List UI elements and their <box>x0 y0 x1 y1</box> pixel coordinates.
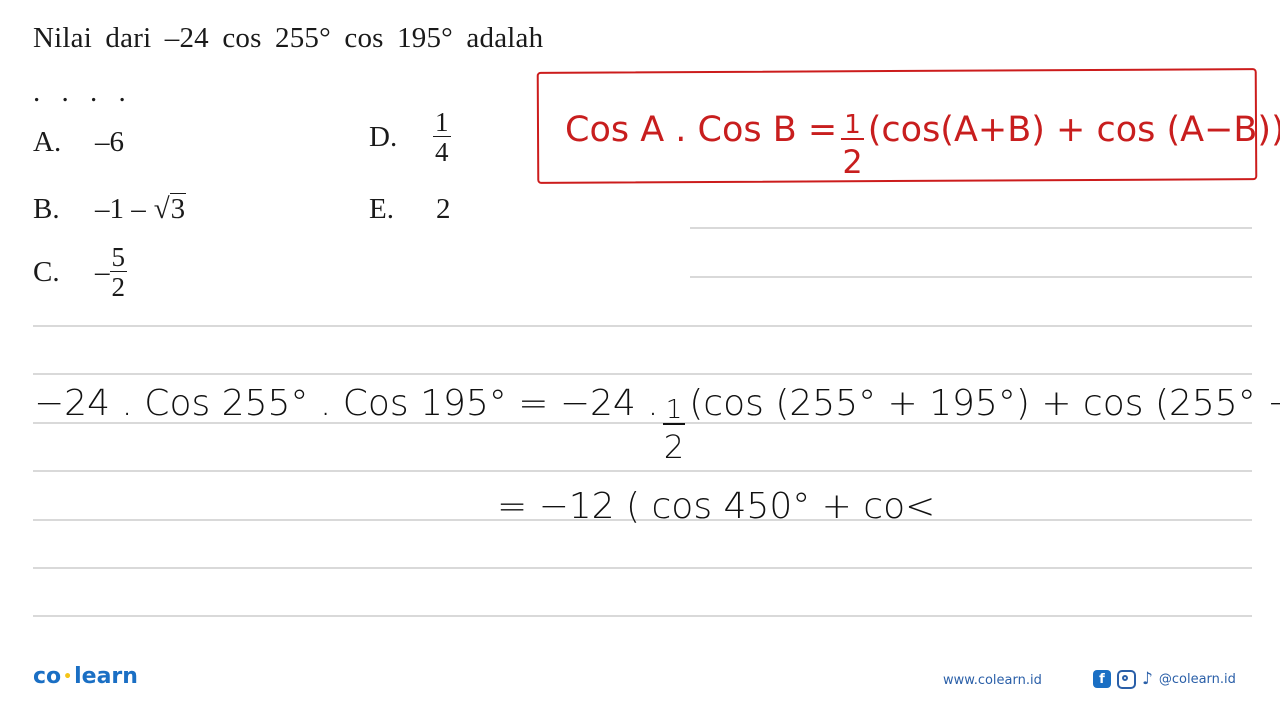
option-label: B. <box>33 193 60 225</box>
radical-sign-icon: √ <box>153 193 170 225</box>
question-text: Nilai dari –24 cos 255° cos 195° adalah <box>33 22 544 54</box>
logo-dot-icon: • <box>63 669 73 685</box>
denominator: 4 <box>435 137 449 167</box>
numerator: 1 <box>662 397 686 425</box>
work-line-1-lhs: −24 . Cos 255° . Cos 195° = −24 . <box>34 383 659 424</box>
ruled-line <box>33 567 1252 569</box>
half-fraction: 1 2 <box>662 397 686 466</box>
numerator: 1 <box>433 107 451 137</box>
logo-text-learn: learn <box>74 664 138 689</box>
logo-text-co: co <box>33 664 62 689</box>
instagram-icon[interactable] <box>1117 669 1136 689</box>
option-e[interactable]: E. 2 <box>369 193 451 226</box>
option-label: D. <box>369 121 398 153</box>
option-c[interactable]: C. – 5 2 <box>33 244 127 301</box>
option-label: E. <box>369 193 394 225</box>
ruled-line <box>690 276 1252 278</box>
option-value-prefix: –1 – <box>95 193 146 225</box>
fraction: 1 4 <box>433 109 451 166</box>
numerator: 5 <box>109 242 127 272</box>
social-handle[interactable]: @colearn.id <box>1159 672 1236 687</box>
ruled-line <box>33 615 1252 617</box>
work-line-2: = −12 ( cos 450° + co< <box>497 486 936 527</box>
work-line-1: −24 . Cos 255° . Cos 195° = −24 . 1 2 (c… <box>34 383 1280 463</box>
option-a[interactable]: A. –6 <box>33 126 124 159</box>
numerator: 1 <box>841 112 864 140</box>
option-b[interactable]: B. –1 – √ 3 <box>33 193 187 226</box>
option-label: C. <box>33 256 60 288</box>
tiktok-icon[interactable]: ♪ <box>1142 669 1153 689</box>
formula-rhs: (cos(A+B) + cos (A−B)) <box>867 110 1280 150</box>
ruled-line <box>33 373 1252 375</box>
option-value: –6 <box>95 126 124 158</box>
facebook-icon[interactable]: f <box>1093 670 1111 688</box>
half-fraction: 1 2 <box>841 112 864 178</box>
ruled-line <box>33 470 1252 472</box>
option-value: 2 <box>436 193 451 225</box>
formula-lhs: Cos A . Cos B = <box>565 110 838 150</box>
ruled-line <box>33 325 1252 327</box>
website-link[interactable]: www.colearn.id <box>943 673 1042 688</box>
fraction: 5 2 <box>109 242 127 302</box>
product-to-sum-formula: Cos A . Cos B = 1 2 (cos(A+B) + cos (A−B… <box>565 82 1280 178</box>
option-label: A. <box>33 126 62 158</box>
social-links: f ♪ @colearn.id <box>1093 669 1236 689</box>
square-root: √ 3 <box>153 193 187 226</box>
denominator: 2 <box>842 143 863 181</box>
option-d[interactable]: D. 1 4 <box>369 109 451 166</box>
question-ellipsis: . . . . <box>33 76 133 108</box>
ruled-line <box>690 227 1252 229</box>
denominator: 2 <box>111 272 126 302</box>
option-sign: – <box>95 256 110 288</box>
colearn-logo[interactable]: co •learn <box>33 664 138 689</box>
denominator: 2 <box>663 428 685 466</box>
radicand: 3 <box>169 193 187 225</box>
work-line-1-rhs: (cos (255° + 195°) + cos (255° − 195°)) <box>689 383 1280 424</box>
